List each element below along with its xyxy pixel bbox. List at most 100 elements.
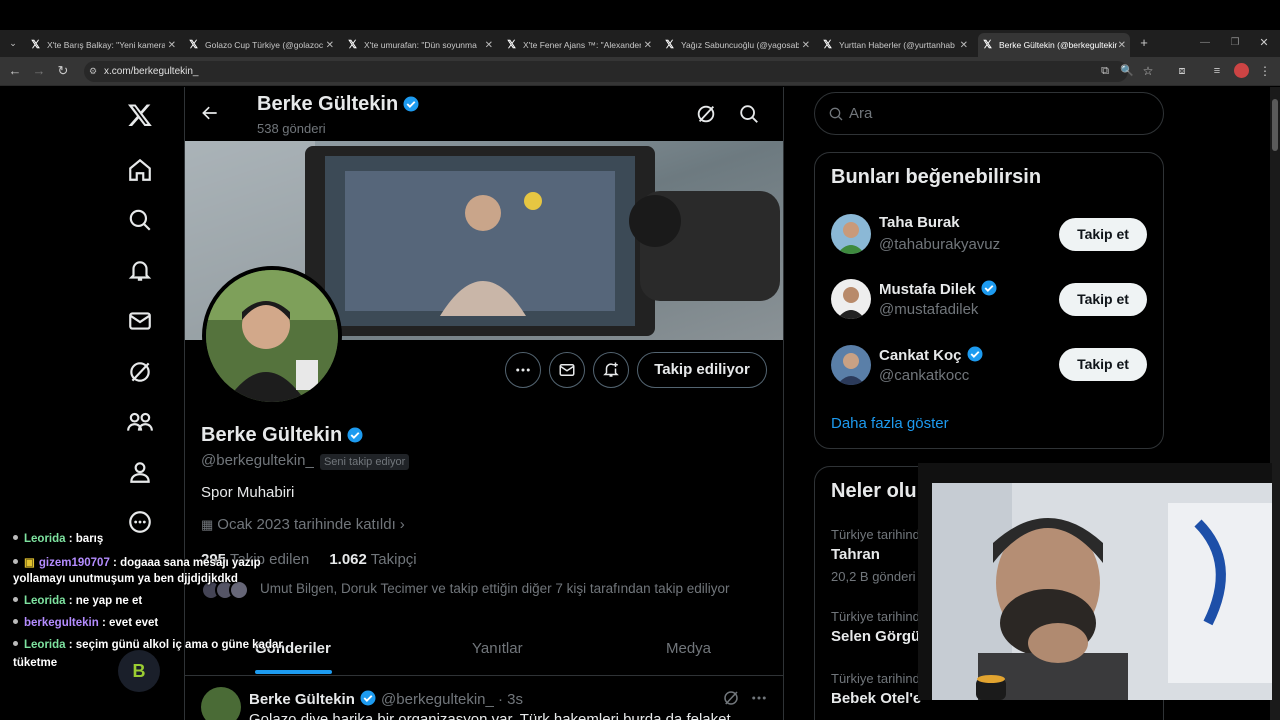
search-icon[interactable] <box>738 103 760 130</box>
trend-title[interactable]: Selen Görgü <box>831 628 920 645</box>
trend-category: Türkiye tarihinde <box>831 609 928 624</box>
tab-media[interactable]: Medya <box>666 640 711 657</box>
following-button[interactable]: Takip ediliyor <box>637 352 767 388</box>
tab-replies[interactable]: Yanıtlar <box>472 640 523 657</box>
joined-date[interactable]: ▦ Ocak 2023 tarihinde katıldı › <box>201 516 405 533</box>
close-tab-icon[interactable]: ✕ <box>485 40 493 51</box>
back-arrow-icon[interactable] <box>200 103 222 125</box>
followed-by-text[interactable]: Umut Bilgen, Doruk Tecimer ve takip etti… <box>260 581 729 596</box>
new-tab-icon[interactable]: + <box>1137 36 1151 50</box>
grok-icon[interactable] <box>722 689 740 712</box>
x-logo-icon: 𝕏 <box>983 38 992 51</box>
verified-badge-icon <box>360 690 376 706</box>
close-window-icon[interactable]: ✕ <box>1257 36 1271 50</box>
browser-tab-4[interactable]: 𝕏 X'te Fener Ajans ™: "Alexander ✕ <box>506 33 656 57</box>
profile-icon[interactable] <box>125 457 155 487</box>
chat-message: Leorida : ne yap ne et <box>13 595 142 607</box>
close-tab-icon[interactable]: ✕ <box>960 40 968 51</box>
explore-search-icon[interactable] <box>125 205 155 235</box>
suggestion-handle: @mustafadilek <box>879 301 979 318</box>
browser-menu-icon[interactable]: ⋮ <box>1258 64 1272 78</box>
search-input[interactable]: Ara <box>814 92 1164 135</box>
post-text: Golazo diye harika bir organizasyon var.… <box>249 711 731 720</box>
more-options-button[interactable] <box>505 352 541 388</box>
bell-plus-icon <box>603 362 619 377</box>
show-more-link[interactable]: Daha fazla göster <box>831 415 949 432</box>
scrollbar-thumb[interactable] <box>1272 99 1278 151</box>
post-more-icon[interactable] <box>750 689 768 712</box>
x-logo-icon: 𝕏 <box>665 38 674 51</box>
divider <box>185 675 783 676</box>
suggestion-handle: @cankatkocc <box>879 367 970 384</box>
url-input[interactable]: ⚙ x.com/berkegultekin_ <box>84 61 1128 82</box>
back-arrow-icon[interactable]: ← <box>8 64 22 78</box>
page-title: Berke Gültekin <box>257 93 420 116</box>
close-tab-icon[interactable]: ✕ <box>1118 40 1126 51</box>
profile-handle: @berkegultekin_ Seni takip ediyor <box>201 452 410 470</box>
suggestion-avatar[interactable] <box>831 345 871 385</box>
notifications-bell-icon[interactable] <box>125 256 155 286</box>
chat-message: ▣ gizem190707 : dogaaa sana mesajı yazıp <box>13 555 261 569</box>
calendar-icon: ▦ <box>201 517 214 532</box>
x-logo-icon[interactable] <box>125 100 155 130</box>
chat-message: berkegultekin : evet evet <box>13 617 158 629</box>
profile-bio: Spor Muhabiri <box>201 484 295 501</box>
badge-icon: ▣ <box>24 557 35 569</box>
suggestion-avatar[interactable] <box>831 214 871 254</box>
maximize-icon[interactable]: ❐ <box>1228 36 1242 50</box>
close-tab-icon[interactable]: ✕ <box>326 40 334 51</box>
chat-message: Leorida : barış <box>13 533 103 545</box>
x-logo-icon: 𝕏 <box>348 38 357 51</box>
install-app-icon[interactable]: ⧉ <box>1098 64 1112 78</box>
browser-tab-1[interactable]: 𝕏 X'te Barış Balkay: "Yeni kamera a ✕ <box>30 33 180 57</box>
reload-icon[interactable]: ↻ <box>56 64 70 78</box>
profile-avatar[interactable] <box>202 266 342 406</box>
follow-button[interactable]: Takip et <box>1059 348 1147 381</box>
suggestion-avatar[interactable] <box>831 279 871 319</box>
suggestion-name[interactable]: Mustafa Dilek <box>879 279 998 298</box>
message-button[interactable] <box>549 352 585 388</box>
close-tab-icon[interactable]: ✕ <box>802 40 810 51</box>
tab-search-icon[interactable]: ⌄ <box>6 36 20 50</box>
trend-title[interactable]: Tahran <box>831 546 880 563</box>
site-info-icon[interactable]: ⚙ <box>89 61 97 82</box>
forward-arrow-icon[interactable]: → <box>32 64 46 78</box>
close-tab-icon[interactable]: ✕ <box>644 40 652 51</box>
zoom-icon[interactable]: 🔍 <box>1120 64 1134 78</box>
trend-category: Türkiye tarihinde <box>831 527 928 542</box>
account-avatar[interactable]: B <box>118 650 160 692</box>
browser-tab-5[interactable]: 𝕏 Yağız Sabuncuoğlu (@yagosab ✕ <box>664 33 814 57</box>
grok-icon[interactable] <box>125 357 155 387</box>
more-circle-icon[interactable] <box>125 507 155 537</box>
verified-badge-icon <box>347 427 363 443</box>
suggestion-name[interactable]: Cankat Koç <box>879 345 984 364</box>
media-controls-icon[interactable]: ≡ <box>1210 64 1224 78</box>
communities-icon[interactable] <box>125 407 155 437</box>
post-header: Berke Gültekin @berkegultekin_ · 3s <box>249 690 524 708</box>
post-avatar[interactable] <box>201 687 241 720</box>
browser-tab-bar: ⌄ 𝕏 X'te Barış Balkay: "Yeni kamera a ✕ 𝕏G… <box>0 30 1280 57</box>
home-icon[interactable] <box>125 155 155 185</box>
profile-avatar-icon[interactable] <box>1234 63 1249 78</box>
follow-button[interactable]: Takip et <box>1059 218 1147 251</box>
trend-title[interactable]: Bebek Otel'e <box>831 690 921 707</box>
browser-tab-2[interactable]: 𝕏 Golazo Cup Türkiye (@golazoc ✕ <box>188 33 338 57</box>
suggestion-handle: @tahaburakyavuz <box>879 236 1001 253</box>
trends-title: Neler olu <box>831 480 917 502</box>
suggestion-name[interactable]: Taha Burak <box>879 214 960 231</box>
notify-button[interactable] <box>593 352 629 388</box>
search-icon <box>829 107 843 121</box>
grok-icon[interactable] <box>695 103 717 130</box>
messages-envelope-icon[interactable] <box>125 306 155 336</box>
browser-tab-3[interactable]: 𝕏 X'te umurafan: "Dün soyunma ✕ <box>347 33 497 57</box>
browser-tab-active[interactable]: 𝕏 Berke Gültekin (@berkegultekin ✕ <box>978 33 1130 57</box>
follow-button[interactable]: Takip et <box>1059 283 1147 316</box>
minimize-icon[interactable]: — <box>1198 36 1212 50</box>
browser-tab-6[interactable]: 𝕏 Yurttan Haberler (@yurttanhab ✕ <box>822 33 972 57</box>
address-bar-row: ← → ↻ ⚙ x.com/berkegultekin_ ⧉ 🔍 ☆ ⧈ ≡ ⋮ <box>0 57 1280 86</box>
bookmark-star-icon[interactable]: ☆ <box>1141 64 1155 78</box>
active-tab-indicator <box>255 670 332 674</box>
extensions-icon[interactable]: ⧈ <box>1175 64 1189 78</box>
followers-link[interactable]: 1.062 Takipçi <box>329 551 416 568</box>
close-tab-icon[interactable]: ✕ <box>168 40 176 51</box>
